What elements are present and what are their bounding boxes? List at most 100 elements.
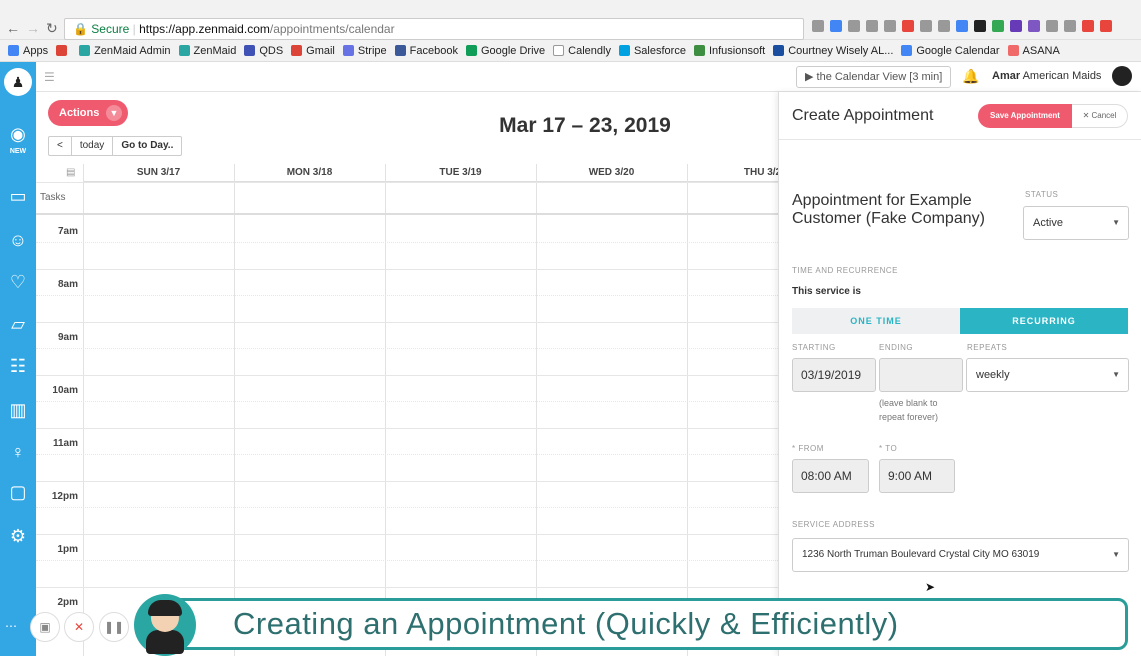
extension-icon[interactable] <box>1046 20 1058 32</box>
bookmark-item[interactable]: Salesforce <box>618 45 686 57</box>
extension-icon[interactable] <box>920 20 932 32</box>
from-time-field[interactable]: 08:00 AM <box>792 459 869 493</box>
calendar-icon <box>901 45 913 56</box>
back-icon[interactable]: ← <box>6 19 20 37</box>
video-title-banner: Creating an Appointment (Quickly & Effic… <box>168 598 1128 650</box>
reports-icon[interactable]: ▥ <box>4 396 32 424</box>
day-header: TUE 3/19 <box>385 164 536 182</box>
secure-label: Secure <box>91 22 130 36</box>
url-host: https://app.zenmaid.com <box>139 22 270 36</box>
extension-icon[interactable] <box>1064 20 1076 32</box>
week-grid: ▤ SUN 3/17 MON 3/18 TUE 3/19 WED 3/20 TH… <box>36 164 778 656</box>
more-icon[interactable]: ⋯ <box>0 612 22 642</box>
user-menu[interactable]: Amar American Maids <box>992 70 1101 82</box>
forward-icon[interactable]: → <box>26 19 40 37</box>
bookmark-item[interactable]: ZenMaid <box>178 45 236 57</box>
status-select[interactable]: Active ▼ <box>1023 206 1129 240</box>
starting-date-field[interactable]: 03/19/2019 <box>792 358 876 392</box>
bookmark-apps[interactable]: Apps <box>8 45 48 57</box>
extension-icon[interactable] <box>1010 20 1022 32</box>
extension-icon[interactable] <box>1028 20 1040 32</box>
extension-icon[interactable] <box>938 20 950 32</box>
star-icon[interactable] <box>830 20 842 32</box>
recurring-toggle[interactable]: RECURRING <box>960 308 1128 334</box>
bookmark-item[interactable]: Courtney Wisely AL... <box>773 45 893 57</box>
day-header: MON 3/18 <box>234 164 385 182</box>
today-button[interactable]: today <box>72 137 114 155</box>
calendar-small-icon[interactable]: ▤ <box>66 167 75 178</box>
extension-icon[interactable] <box>956 20 968 32</box>
bookmark-item[interactable]: Gmail <box>291 45 335 57</box>
help-video-link[interactable]: ▶ the Calendar View [3 min] <box>796 66 952 88</box>
service-address-label: SERVICE ADDRESS <box>792 520 875 529</box>
lock-icon: 🔒 <box>73 22 88 36</box>
extension-icon[interactable] <box>1082 20 1094 32</box>
reload-icon[interactable]: ↻ <box>46 19 58 37</box>
new-badge: NEW <box>9 148 27 155</box>
bell-icon[interactable]: 🔔 <box>962 68 979 85</box>
tasks-row-label: Tasks <box>40 192 66 203</box>
app-topbar: ☰ ▶ the Calendar View [3 min] 🔔 Amar Ame… <box>36 62 1141 92</box>
bookmark-item[interactable]: ZenMaid Admin <box>79 45 171 57</box>
goto-day-button[interactable]: Go to Day.. <box>113 137 181 155</box>
apps-grid-icon <box>8 45 19 56</box>
cancel-button[interactable]: ✕ Cancel <box>1072 104 1128 128</box>
bookmark-item[interactable]: Infusionsoft <box>693 45 765 57</box>
bookmark-item[interactable]: Google Calendar <box>901 45 1000 57</box>
service-address-select[interactable]: 1236 North Truman Boulevard Crystal City… <box>792 538 1129 572</box>
chat-icon[interactable]: ▢ <box>4 478 32 506</box>
close-icon[interactable]: ✕ <box>64 612 94 642</box>
chevron-down-icon: ▼ <box>1112 550 1120 559</box>
extension-icon[interactable] <box>866 20 878 32</box>
calendly-icon <box>553 45 565 56</box>
bookmark-item[interactable]: Google Drive <box>465 45 545 57</box>
chevron-down-icon: ▼ <box>106 105 122 121</box>
save-appointment-button[interactable]: Save Appointment <box>978 104 1072 128</box>
one-time-toggle[interactable]: ONE TIME <box>792 308 960 334</box>
hour-label: 7am <box>57 226 78 237</box>
status-label: STATUS <box>1025 190 1059 199</box>
pause-icon[interactable]: ❚❚ <box>99 612 129 642</box>
bookmark-item[interactable]: Calendly <box>553 45 611 57</box>
extension-icon[interactable] <box>884 20 896 32</box>
folder-icon[interactable]: ▱ <box>4 310 32 338</box>
address-bar[interactable]: 🔒 Secure | https://app.zenmaid.com/appoi… <box>64 18 804 40</box>
zenmaid-logo[interactable]: ♟ <box>4 68 32 96</box>
bookmark-item[interactable]: Stripe <box>342 45 387 57</box>
bookmark-item[interactable] <box>56 45 71 56</box>
extension-icon[interactable] <box>974 20 986 32</box>
actions-button[interactable]: Actions ▼ <box>48 100 128 126</box>
employees-icon[interactable]: ☷ <box>4 352 32 380</box>
ending-hint: (leave blank to repeat forever) <box>879 398 939 422</box>
extension-icon[interactable] <box>902 20 914 32</box>
extension-icon[interactable] <box>992 20 1004 32</box>
extension-icon[interactable] <box>848 20 860 32</box>
camera-icon[interactable]: ▣ <box>30 612 60 642</box>
drive-icon <box>465 45 477 56</box>
from-label: FROM <box>792 444 824 453</box>
ending-label: ENDING <box>879 343 914 352</box>
calendar-icon[interactable]: ▭ <box>4 182 32 210</box>
heart-icon[interactable]: ♡ <box>4 268 32 296</box>
salesforce-icon <box>618 45 630 56</box>
dashboard-icon[interactable]: ◉ <box>4 120 32 148</box>
bookmark-item[interactable]: ASANA <box>1007 45 1060 57</box>
menu-icon[interactable]: ☰ <box>44 70 55 84</box>
day-header: WED 3/20 <box>536 164 687 182</box>
bookmark-item[interactable]: Facebook <box>394 45 458 57</box>
camera-icon[interactable] <box>812 20 824 32</box>
ending-date-field[interactable] <box>879 358 963 392</box>
to-time-field[interactable]: 9:00 AM <box>879 459 955 493</box>
customers-icon[interactable]: ☺ <box>4 226 32 254</box>
extension-icon[interactable] <box>1100 20 1112 32</box>
gear-icon[interactable]: ⚙ <box>4 522 32 550</box>
prev-button[interactable]: < <box>49 137 72 155</box>
repeats-label: REPEATS <box>967 343 1008 352</box>
hour-label: 11am <box>52 438 78 449</box>
hour-label: 10am <box>52 385 78 396</box>
appointment-title: Appointment for Example Customer (Fake C… <box>792 192 985 227</box>
lightbulb-icon[interactable]: ♀ <box>4 438 32 466</box>
bookmark-item[interactable]: QDS <box>244 45 283 57</box>
repeats-select[interactable]: weekly ▼ <box>966 358 1129 392</box>
avatar[interactable] <box>1112 66 1132 86</box>
